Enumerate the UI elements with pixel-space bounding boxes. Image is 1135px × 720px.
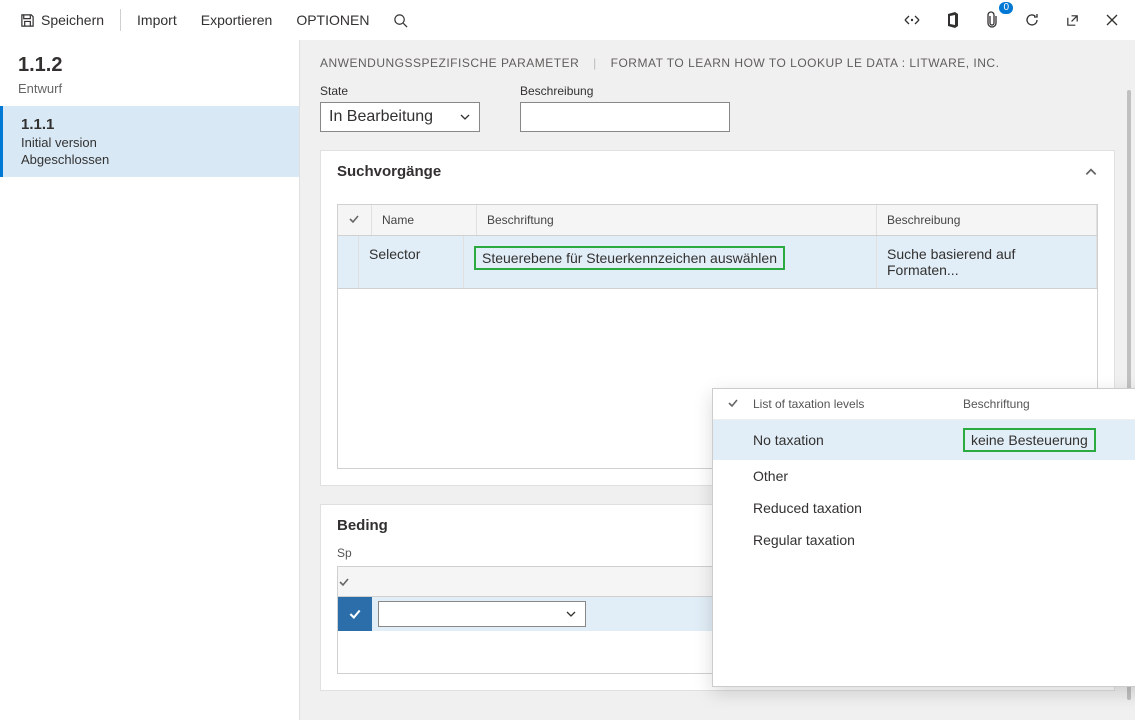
export-button[interactable]: Exportieren xyxy=(189,0,285,40)
command-bar-right: 0 xyxy=(897,5,1127,35)
close-button[interactable] xyxy=(1097,5,1127,35)
dropdown-item-value: Reduced taxation xyxy=(753,500,963,516)
column-label[interactable]: Beschriftung xyxy=(477,205,877,235)
dropdown-item-other[interactable]: Other xyxy=(713,460,1135,492)
dropdown-empty-area xyxy=(713,556,1135,686)
save-label: Speichern xyxy=(41,12,104,28)
highlighted-label: keine Besteuerung xyxy=(963,428,1096,452)
conditions-panel-title: Beding xyxy=(337,517,388,534)
row-label-cell: Steuerebene für Steuerkennzeichen auswäh… xyxy=(464,236,877,288)
description-input[interactable] xyxy=(520,102,730,132)
dropdown-column-list[interactable]: List of taxation levels xyxy=(753,397,963,411)
lookups-grid: Name Beschriftung Beschreibung Selector … xyxy=(337,204,1098,289)
sidebar-version-selected-number: 1.1.1 xyxy=(21,116,281,133)
chevron-down-icon xyxy=(565,608,577,620)
description-field: Beschreibung xyxy=(520,84,730,132)
import-button[interactable]: Import xyxy=(125,0,189,40)
column-name[interactable]: Name xyxy=(372,205,477,235)
attachments-button[interactable]: 0 xyxy=(977,5,1007,35)
description-label: Beschreibung xyxy=(520,84,730,98)
row-name-cell: Selector xyxy=(359,236,464,288)
dropdown-item-regular-taxation[interactable]: Regular taxation xyxy=(713,524,1135,556)
separator xyxy=(120,9,121,31)
lookups-grid-header: Name Beschriftung Beschreibung xyxy=(338,205,1097,236)
body: 1.1.2 Entwurf 1.1.1 Initial version Abge… xyxy=(0,40,1135,720)
column-select-all[interactable] xyxy=(338,576,372,588)
row-checkbox[interactable] xyxy=(338,236,359,288)
sidebar-version-current[interactable]: 1.1.2 xyxy=(0,40,299,81)
lookups-panel-title: Suchvorgänge xyxy=(337,163,441,180)
column-description[interactable]: Beschreibung xyxy=(877,205,1097,235)
command-bar-left: Speichern Import Exportieren OPTIONEN xyxy=(8,0,420,40)
sidebar: 1.1.2 Entwurf 1.1.1 Initial version Abge… xyxy=(0,40,300,720)
lookups-grid-row[interactable]: Selector Steuerebene für Steuerkennzeich… xyxy=(338,236,1097,288)
breadcrumb: ANWENDUNGSSPEZIFISCHE PARAMETER | FORMAT… xyxy=(320,40,1115,84)
column-select-all[interactable] xyxy=(338,205,372,235)
dropdown-item-value: Other xyxy=(753,468,963,484)
lookups-panel-header[interactable]: Suchvorgänge xyxy=(321,151,1114,192)
connector-icon[interactable] xyxy=(897,5,927,35)
save-button[interactable]: Speichern xyxy=(8,0,116,40)
search-button[interactable] xyxy=(381,0,420,40)
popout-button[interactable] xyxy=(1057,5,1087,35)
dropdown-item-value: Regular taxation xyxy=(753,532,963,548)
dropdown-item-label: keine Besteuerung xyxy=(963,428,1096,452)
refresh-button[interactable] xyxy=(1017,5,1047,35)
breadcrumb-leaf: FORMAT TO LEARN HOW TO LOOKUP LE DATA : … xyxy=(611,56,1000,70)
dropdown-item-reduced-taxation[interactable]: Reduced taxation xyxy=(713,492,1135,524)
dropdown-item-no-taxation[interactable]: No taxation keine Besteuerung xyxy=(713,420,1135,460)
dropdown-header: List of taxation levels Beschriftung xyxy=(713,389,1135,420)
command-bar: Speichern Import Exportieren OPTIONEN 0 xyxy=(0,0,1135,40)
breadcrumb-separator: | xyxy=(593,56,597,70)
save-icon xyxy=(20,13,35,28)
sidebar-version-selected-status: Abgeschlossen xyxy=(21,152,281,167)
sidebar-version-selected[interactable]: 1.1.1 Initial version Abgeschlossen xyxy=(0,106,299,177)
row-selected-indicator[interactable] xyxy=(338,597,372,631)
office-icon[interactable] xyxy=(937,5,967,35)
sidebar-version-current-status: Entwurf xyxy=(0,81,299,106)
sidebar-version-selected-title: Initial version xyxy=(21,135,281,150)
paperclip-icon xyxy=(985,11,999,29)
dropdown-column-label[interactable]: Beschriftung xyxy=(963,397,1030,411)
highlighted-label: Steuerebene für Steuerkennzeichen auswäh… xyxy=(474,246,785,270)
state-label: State xyxy=(320,84,480,98)
attachments-badge: 0 xyxy=(999,2,1013,14)
row-description-cell: Suche basierend auf Formaten... xyxy=(877,236,1097,288)
header-fields: State In Bearbeitung Beschreibung xyxy=(320,84,1115,132)
state-field: State In Bearbeitung xyxy=(320,84,480,132)
chevron-down-icon xyxy=(459,111,471,123)
dropdown-item-value: No taxation xyxy=(753,432,963,448)
lookup-result-cell xyxy=(372,601,592,627)
search-icon xyxy=(393,13,408,28)
state-value: In Bearbeitung xyxy=(329,108,433,126)
taxation-level-dropdown: List of taxation levels Beschriftung No … xyxy=(712,388,1135,687)
state-select[interactable]: In Bearbeitung xyxy=(320,102,480,132)
options-button[interactable]: OPTIONEN xyxy=(284,0,381,40)
chevron-up-icon xyxy=(1084,165,1098,179)
dropdown-select-all[interactable] xyxy=(727,397,753,411)
lookup-result-select[interactable] xyxy=(378,601,586,627)
main-area: ANWENDUNGSSPEZIFISCHE PARAMETER | FORMAT… xyxy=(300,40,1135,720)
breadcrumb-root[interactable]: ANWENDUNGSSPEZIFISCHE PARAMETER xyxy=(320,56,579,70)
